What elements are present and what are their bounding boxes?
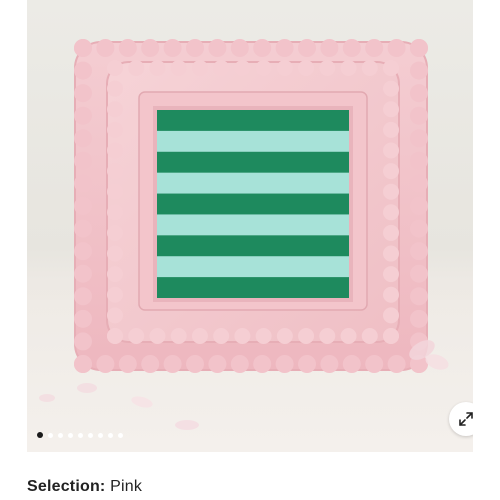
striped-picture: [157, 110, 349, 298]
carousel-dot[interactable]: [88, 432, 93, 438]
carousel-dot[interactable]: [68, 432, 73, 438]
selection-value: Pink: [110, 478, 143, 495]
product-photo: [39, 39, 449, 430]
selection-label: Selection:: [27, 478, 106, 495]
carousel-dot[interactable]: [118, 432, 123, 438]
carousel-pagination: [37, 431, 123, 439]
carousel-dot[interactable]: [48, 432, 53, 438]
carousel-dot[interactable]: [78, 432, 83, 438]
carousel-dot[interactable]: [37, 432, 43, 438]
carousel-dot[interactable]: [58, 432, 63, 438]
carousel-dot[interactable]: [108, 432, 113, 438]
selection-text: Selection: Pink: [27, 478, 142, 496]
carousel-dot[interactable]: [98, 432, 103, 438]
expand-arrows-icon: [459, 412, 473, 426]
product-image-gallery[interactable]: [27, 0, 473, 452]
